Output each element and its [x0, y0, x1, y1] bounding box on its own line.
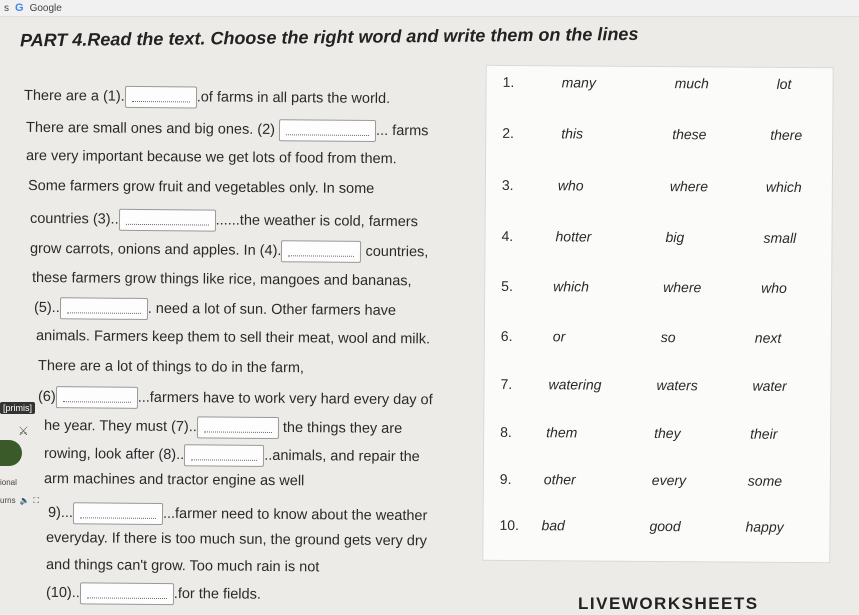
- option-number: 7.: [500, 375, 513, 392]
- option-row: 3. who where which: [486, 177, 832, 203]
- option-number: 9.: [499, 470, 512, 487]
- option-row: 4. hotter big small: [485, 228, 831, 254]
- liveworksheets-logo: LIVEWORKSHEETS: [578, 594, 759, 613]
- option-row: 10. bad good happy: [483, 517, 829, 543]
- answer-blank-10[interactable]: [79, 582, 174, 606]
- option-word: bad: [541, 517, 565, 534]
- option-row: 2. this these there: [486, 125, 832, 151]
- passage-line: he year. They must (7).. the things they…: [44, 415, 402, 440]
- passage-line: Some farmers grow fruit and vegetables o…: [27, 178, 375, 198]
- option-word: who: [761, 279, 787, 296]
- ad-text-fragment: ional: [0, 478, 17, 487]
- option-word: big: [665, 229, 685, 246]
- option-word: which: [553, 278, 590, 295]
- answer-blank-8[interactable]: [184, 444, 265, 467]
- option-word: many: [561, 74, 596, 91]
- ad-badge[interactable]: [primis]: [0, 402, 35, 414]
- answer-blank-1[interactable]: [124, 85, 197, 109]
- option-row: 8. them they their: [484, 424, 830, 450]
- passage-line: and things can't grow. Too much rain is …: [45, 557, 320, 576]
- passage-line: animals. Farmers keep them to sell their…: [35, 328, 431, 348]
- options-table: 1. many much lot 2. this these there 3. …: [482, 64, 834, 564]
- option-word: where: [663, 279, 702, 296]
- ad-thumbnail[interactable]: [0, 440, 22, 466]
- ad-text-fragment: urns: [0, 496, 16, 505]
- passage-line: arm machines and tractor engine as well: [43, 471, 305, 490]
- option-word: this: [561, 125, 584, 142]
- passage-line: countries (3).. ......the weather is cold…: [30, 208, 418, 233]
- option-word: lot: [776, 75, 792, 92]
- option-word: these: [672, 126, 707, 143]
- option-word: some: [747, 472, 783, 489]
- ad-controls: urns 🔈 ⛶: [0, 496, 39, 506]
- option-word: good: [649, 517, 681, 535]
- speaker-icon[interactable]: 🔈: [20, 496, 30, 506]
- answer-blank-9[interactable]: [72, 502, 164, 526]
- option-row: 7. watering waters water: [484, 376, 830, 402]
- option-number: 2.: [502, 124, 515, 141]
- passage-line: There are a lot of things to do in the f…: [37, 358, 305, 377]
- option-word: happy: [745, 518, 784, 535]
- answer-blank-6[interactable]: [55, 386, 138, 409]
- option-word: small: [763, 229, 797, 246]
- option-number: 4.: [501, 227, 514, 244]
- option-row: 6. or so next: [485, 328, 831, 354]
- option-word: so: [660, 329, 676, 346]
- passage-line: (5)... need a lot of sun. Other farmers …: [34, 297, 396, 322]
- option-row: 1. many much lot: [487, 74, 833, 100]
- option-word: them: [546, 424, 578, 441]
- passage-line: (6) ...farmers have to work very hard eve…: [38, 386, 433, 411]
- passage-line: There are small ones and big ones. (2) .…: [26, 117, 429, 143]
- option-row: 9. other every some: [484, 471, 830, 497]
- option-word: hotter: [555, 228, 592, 245]
- option-number: 6.: [500, 327, 513, 344]
- share-icon[interactable]: ⚔: [18, 424, 29, 438]
- passage-line: are very important because we get lots o…: [25, 148, 397, 168]
- fullscreen-icon[interactable]: ⛶: [34, 496, 40, 506]
- passage-line: rowing, look after (8).. ..animals, and r…: [43, 444, 420, 467]
- option-number: 5.: [501, 277, 513, 294]
- option-word: water: [752, 377, 787, 394]
- answer-blank-7[interactable]: [196, 416, 279, 440]
- google-g-icon: G: [15, 2, 24, 14]
- browser-bar: s G Google: [0, 0, 859, 17]
- answer-blank-5[interactable]: [59, 297, 148, 320]
- option-number: 3.: [501, 176, 514, 193]
- option-number: 1.: [502, 73, 515, 90]
- answer-blank-3[interactable]: [118, 208, 216, 232]
- option-word: much: [674, 75, 709, 92]
- option-word: which: [765, 178, 802, 195]
- option-row: 5. which where who: [485, 278, 831, 304]
- answer-blank-2[interactable]: [278, 119, 377, 143]
- answer-blank-4[interactable]: [281, 240, 362, 263]
- option-word: where: [669, 178, 709, 195]
- passage-line: There are a (1). .of farms in all parts t…: [23, 85, 391, 109]
- option-word: they: [654, 424, 681, 442]
- option-word: who: [557, 177, 584, 194]
- option-word: watering: [548, 376, 602, 393]
- exercise-title: PART 4.Read the text. Choose the right w…: [19, 23, 639, 51]
- option-word: or: [552, 328, 566, 345]
- passage-line: everyday. If there is too much sun, the …: [45, 530, 428, 550]
- passage-line: 9)... ...farmer need to know about the we…: [48, 502, 428, 527]
- option-word: other: [543, 471, 576, 488]
- option-word: there: [770, 126, 803, 144]
- option-word: waters: [656, 376, 698, 394]
- option-word: every: [651, 471, 687, 489]
- passage-line: (10).. .for the fields.: [46, 582, 261, 606]
- tab-fragment: s: [4, 2, 9, 14]
- option-word: their: [750, 425, 778, 442]
- passage-line: these farmers grow things like rice, man…: [31, 270, 412, 290]
- option-number: 8.: [500, 423, 512, 440]
- option-number: 10.: [499, 516, 520, 534]
- google-label: Google: [29, 2, 62, 14]
- passage-line: grow carrots, onions and apples. In (4).…: [30, 238, 429, 263]
- option-word: next: [754, 329, 782, 346]
